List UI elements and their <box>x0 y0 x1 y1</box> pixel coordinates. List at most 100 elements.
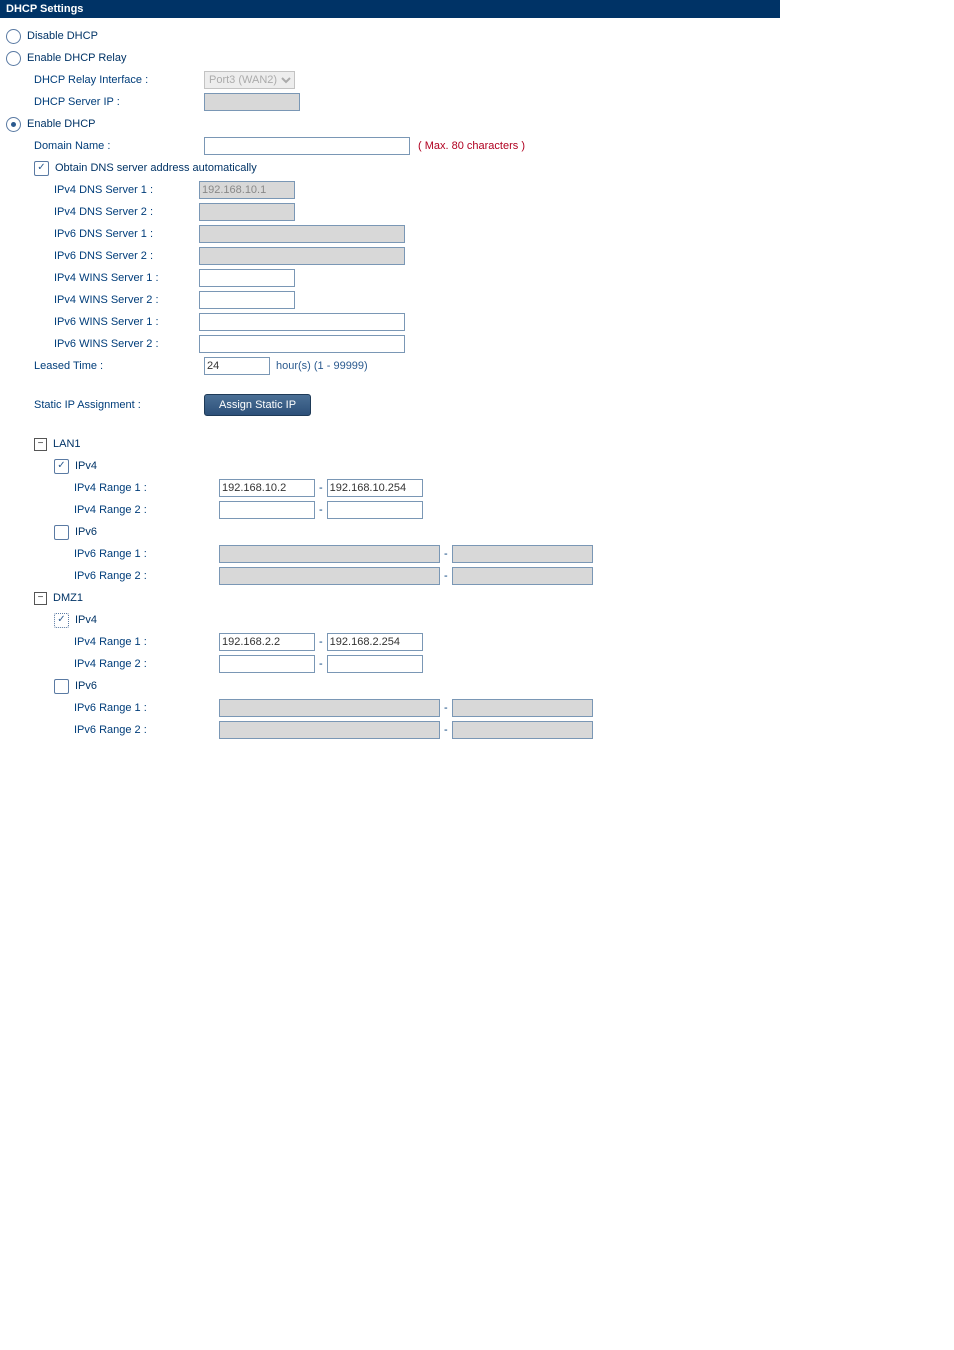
lan1-ipv4-r2-row: IPv4 Range 2 : - <box>6 500 774 520</box>
enable-dhcp-label: Enable DHCP <box>27 118 95 130</box>
ipv4-dns2-input <box>199 203 295 221</box>
dmz1-ipv6-checkbox[interactable] <box>54 679 69 694</box>
dmz1-ipv6-r1-label: IPv6 Range 1 : <box>74 702 219 714</box>
enable-dhcp-row: Enable DHCP <box>6 114 774 134</box>
lan1-ipv4-r1-row: IPv4 Range 1 : - <box>6 478 774 498</box>
lan1-ipv4-row: IPv4 <box>6 456 774 476</box>
range-separator: - <box>319 504 323 516</box>
range-separator: - <box>444 724 448 736</box>
lan1-ipv6-r2-start <box>219 567 440 585</box>
ipv4-dns2-row: IPv4 DNS Server 2 : <box>6 202 774 222</box>
leased-time-hint: hour(s) (1 - 99999) <box>276 360 368 372</box>
ipv4-wins2-input[interactable] <box>199 291 295 309</box>
dmz1-ipv4-r2-end[interactable] <box>327 655 423 673</box>
lan1-ipv6-r1-label: IPv6 Range 1 : <box>74 548 219 560</box>
range-separator: - <box>444 548 448 560</box>
lan1-ipv4-r1-start[interactable] <box>219 479 315 497</box>
disable-dhcp-row: Disable DHCP <box>6 26 774 46</box>
dmz1-ipv6-r1-row: IPv6 Range 1 : - <box>6 698 774 718</box>
relay-serverip-label: DHCP Server IP : <box>34 96 204 108</box>
range-separator: - <box>444 702 448 714</box>
range-separator: - <box>319 482 323 494</box>
dmz1-ipv4-r1-end[interactable] <box>327 633 423 651</box>
lan1-ipv6-r2-label: IPv6 Range 2 : <box>74 570 219 582</box>
disable-dhcp-radio[interactable] <box>6 29 21 44</box>
ipv4-dns1-input <box>199 181 295 199</box>
domain-row: Domain Name : ( Max. 80 characters ) <box>6 136 774 156</box>
enable-dhcp-radio[interactable] <box>6 117 21 132</box>
enable-relay-row: Enable DHCP Relay <box>6 48 774 68</box>
dmz1-ipv6-r2-start <box>219 721 440 739</box>
lan1-ipv4-r2-label: IPv4 Range 2 : <box>74 504 219 516</box>
lan1-ipv6-row: IPv6 <box>6 522 774 542</box>
dmz1-ipv6-r1-end <box>452 699 593 717</box>
relay-interface-label: DHCP Relay Interface : <box>34 74 204 86</box>
lan1-ipv6-label: IPv6 <box>75 526 97 538</box>
dmz1-ipv4-r1-label: IPv4 Range 1 : <box>74 636 219 648</box>
enable-relay-radio[interactable] <box>6 51 21 66</box>
dmz1-ipv4-label: IPv4 <box>75 614 97 626</box>
auto-dns-label: Obtain DNS server address automatically <box>55 162 257 174</box>
dmz1-ipv6-r2-end <box>452 721 593 739</box>
panel-title: DHCP Settings <box>0 0 780 18</box>
lan1-ipv6-r1-start <box>219 545 440 563</box>
relay-serverip-input <box>204 93 300 111</box>
domain-input[interactable] <box>204 137 410 155</box>
collapse-icon[interactable]: − <box>34 438 47 451</box>
lan1-ipv4-r1-label: IPv4 Range 1 : <box>74 482 219 494</box>
ipv6-wins2-row: IPv6 WINS Server 2 : <box>6 334 774 354</box>
ipv4-dns2-label: IPv4 DNS Server 2 : <box>54 206 199 218</box>
dmz1-ipv4-r1-row: IPv4 Range 1 : - <box>6 632 774 652</box>
dmz1-ipv4-r2-start[interactable] <box>219 655 315 673</box>
ipv4-wins2-row: IPv4 WINS Server 2 : <box>6 290 774 310</box>
ipv4-wins1-row: IPv4 WINS Server 1 : <box>6 268 774 288</box>
lan1-ipv6-r1-row: IPv6 Range 1 : - <box>6 544 774 564</box>
ipv4-wins2-label: IPv4 WINS Server 2 : <box>54 294 199 306</box>
range-separator: - <box>319 658 323 670</box>
assign-static-ip-button[interactable]: Assign Static IP <box>204 394 311 416</box>
relay-interface-select: Port3 (WAN2) <box>204 71 295 89</box>
ipv4-wins1-label: IPv4 WINS Server 1 : <box>54 272 199 284</box>
ipv4-wins1-input[interactable] <box>199 269 295 287</box>
leased-time-label: Leased Time : <box>34 360 204 372</box>
ipv6-wins1-input[interactable] <box>199 313 405 331</box>
ipv6-dns2-label: IPv6 DNS Server 2 : <box>54 250 199 262</box>
lan1-ipv6-r2-row: IPv6 Range 2 : - <box>6 566 774 586</box>
auto-dns-checkbox[interactable] <box>34 161 49 176</box>
lan1-ipv4-label: IPv4 <box>75 460 97 472</box>
dmz1-ipv4-r2-label: IPv4 Range 2 : <box>74 658 219 670</box>
range-separator: - <box>444 570 448 582</box>
dmz1-ipv4-row: IPv4 <box>6 610 774 630</box>
ipv4-dns1-row: IPv4 DNS Server 1 : <box>6 180 774 200</box>
enable-relay-label: Enable DHCP Relay <box>27 52 126 64</box>
relay-serverip-row: DHCP Server IP : <box>6 92 774 112</box>
range-separator: - <box>319 636 323 648</box>
ipv4-dns1-label: IPv4 DNS Server 1 : <box>54 184 199 196</box>
leased-time-input[interactable] <box>204 357 270 375</box>
auto-dns-row: Obtain DNS server address automatically <box>6 158 774 178</box>
ipv6-dns1-label: IPv6 DNS Server 1 : <box>54 228 199 240</box>
dmz1-ipv4-r1-start[interactable] <box>219 633 315 651</box>
lan1-title: LAN1 <box>53 438 81 450</box>
lan1-ipv4-checkbox[interactable] <box>54 459 69 474</box>
lan1-header: − LAN1 <box>6 434 774 454</box>
collapse-icon[interactable]: − <box>34 592 47 605</box>
lan1-ipv6-r2-end <box>452 567 593 585</box>
dmz1-ipv6-label: IPv6 <box>75 680 97 692</box>
ipv6-wins2-input[interactable] <box>199 335 405 353</box>
relay-interface-row: DHCP Relay Interface : Port3 (WAN2) <box>6 70 774 90</box>
lan1-ipv4-r2-end[interactable] <box>327 501 423 519</box>
disable-dhcp-label: Disable DHCP <box>27 30 98 42</box>
panel-content: Disable DHCP Enable DHCP Relay DHCP Rela… <box>0 18 780 752</box>
ipv6-wins2-label: IPv6 WINS Server 2 : <box>54 338 199 350</box>
lan1-ipv4-r1-end[interactable] <box>327 479 423 497</box>
dhcp-settings-panel: DHCP Settings Disable DHCP Enable DHCP R… <box>0 0 780 752</box>
static-ip-label: Static IP Assignment : <box>34 399 204 411</box>
static-ip-row: Static IP Assignment : Assign Static IP <box>6 394 774 416</box>
domain-label: Domain Name : <box>34 140 204 152</box>
dmz1-ipv6-r2-row: IPv6 Range 2 : - <box>6 720 774 740</box>
ipv6-dns2-row: IPv6 DNS Server 2 : <box>6 246 774 266</box>
dmz1-ipv4-checkbox[interactable] <box>54 613 69 628</box>
lan1-ipv4-r2-start[interactable] <box>219 501 315 519</box>
lan1-ipv6-checkbox[interactable] <box>54 525 69 540</box>
